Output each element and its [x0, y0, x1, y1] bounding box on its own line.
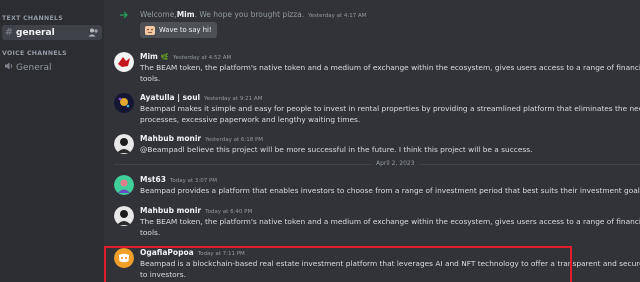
author-name[interactable]: Mahbub monir [140, 206, 201, 215]
author-name[interactable]: Mahbub monir [140, 134, 201, 143]
message-line: The BEAM token, the platform's native to… [140, 63, 640, 72]
timestamp: Yesterday at 6:18 PM [205, 137, 264, 143]
welcome-prefix: Welcome, [140, 10, 177, 19]
avatar[interactable] [114, 93, 134, 113]
welcome-suffix: . We hope you brought pizza. [194, 10, 305, 19]
add-member-icon[interactable] [88, 28, 98, 37]
timestamp: Today at 3:07 PM [169, 178, 218, 184]
channel-name: general [16, 27, 55, 38]
wave-button-label: Wave to say hi! [159, 26, 212, 34]
channel-name: General [16, 62, 52, 73]
welcome-user[interactable]: Mim [177, 10, 195, 19]
wave-sticker-icon [145, 25, 155, 35]
timestamp: Yesterday at 4:17 AM [308, 13, 367, 19]
author-badge: 🌿 [160, 53, 169, 61]
message-line: Beampad provides a platform that enables… [140, 186, 640, 195]
message-line: @Beampadl believe this project will be m… [140, 145, 533, 154]
author-name[interactable]: Mst63 [140, 175, 166, 184]
avatar[interactable] [114, 52, 134, 72]
hashtag-icon: # [4, 27, 14, 38]
avatar[interactable] [114, 175, 134, 195]
timestamp: Yesterday at 9:21 AM [204, 96, 263, 102]
chat-area: Welcome, Mim . We hope you brought pizza… [104, 0, 640, 282]
join-arrow-icon [120, 11, 128, 19]
message-content: The BEAM token, the platform's native to… [140, 216, 640, 238]
channel-item-general[interactable]: # general [2, 25, 102, 40]
message-content: The BEAM token, the platform's native to… [140, 62, 640, 84]
text-channels-category[interactable]: TEXT CHANNELS [2, 15, 63, 22]
message-line: tools. [140, 228, 161, 237]
channel-item-voice-general[interactable]: General [2, 60, 102, 75]
message-content: Beampad makes it simple and easy for peo… [140, 103, 640, 125]
timestamp: Today at 6:40 PM [205, 209, 253, 215]
message-content: Beampad provides a platform that enables… [140, 185, 640, 196]
message-content: @Beampadl believe this project will be m… [140, 144, 640, 155]
message-line: tools. [140, 74, 161, 83]
avatar[interactable] [114, 206, 134, 226]
message-line: Beampad makes it simple and easy for peo… [140, 104, 640, 113]
timestamp: Yesterday at 4:52 AM [172, 55, 232, 61]
highlight-box [104, 246, 572, 282]
message-line: processes, excessive paperwork and lengt… [140, 115, 361, 124]
date-divider-label: April 2, 2023 [372, 160, 419, 167]
author-name[interactable]: Ayatulla | soul [140, 93, 200, 102]
author-name[interactable]: Mim [140, 52, 158, 61]
channel-sidebar: TEXT CHANNELS # general VOICE CHANNELS G… [0, 0, 104, 282]
message-line: The BEAM token, the platform's native to… [140, 217, 640, 226]
speaker-icon [4, 62, 14, 73]
voice-channels-category[interactable]: VOICE CHANNELS [2, 50, 67, 57]
avatar[interactable] [114, 134, 134, 154]
wave-button[interactable]: Wave to say hi! [140, 22, 217, 38]
